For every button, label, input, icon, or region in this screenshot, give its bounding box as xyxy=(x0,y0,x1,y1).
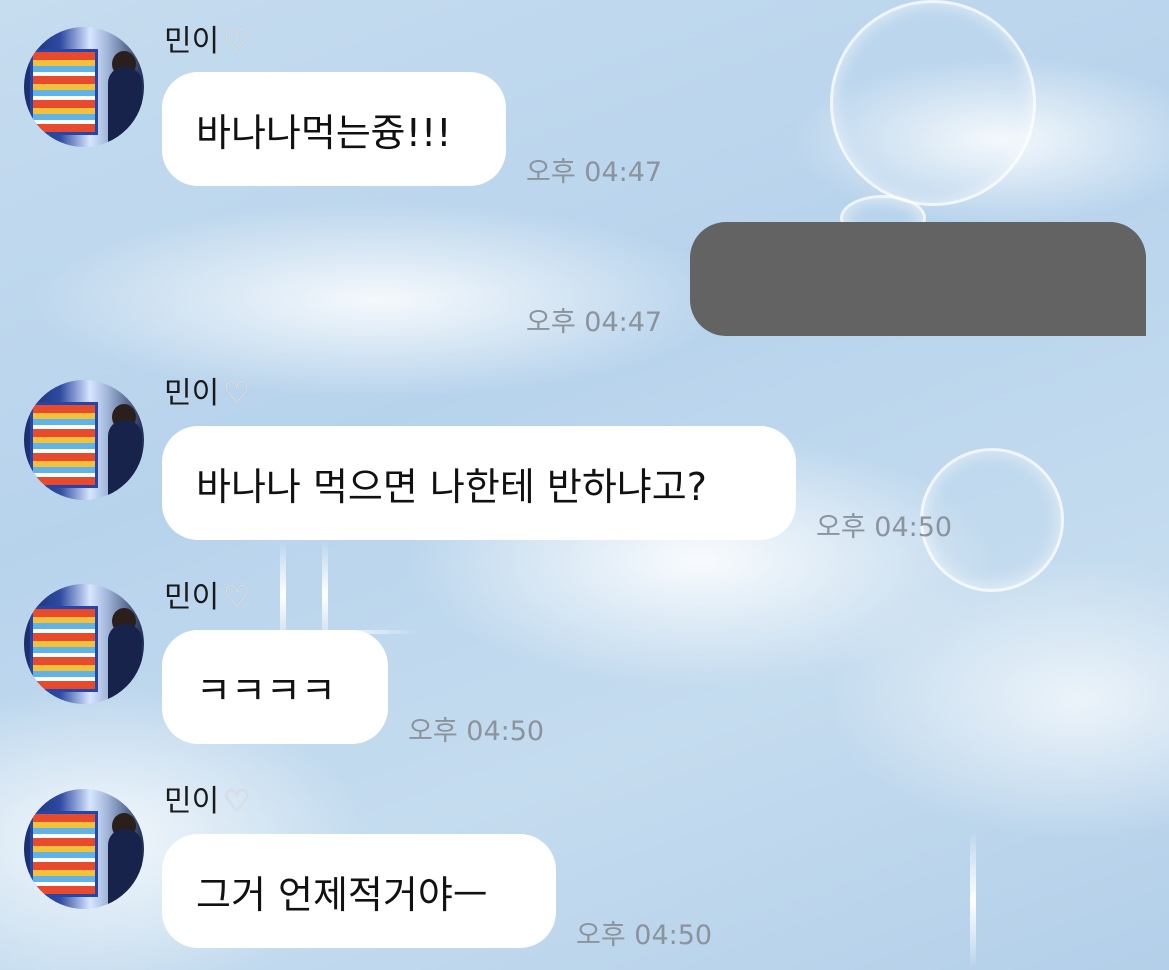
sender-name-text: 민이 xyxy=(164,580,220,615)
avatar-person xyxy=(108,420,142,500)
decor-bubble-large xyxy=(830,0,1036,206)
avatar-vending-machine xyxy=(30,811,98,897)
message-bubble[interactable]: 그거 언제적거야ㅡ xyxy=(162,834,556,948)
sender-name-text: 민이 xyxy=(164,24,220,59)
sender-name: 민이 ♡ xyxy=(164,16,250,60)
message-bubble[interactable]: 바나나먹는즁!!! xyxy=(162,72,506,186)
avatar-vending-machine xyxy=(30,49,98,135)
white-heart-icon: ♡ xyxy=(223,580,251,615)
message-text: ㅋㅋㅋㅋ xyxy=(196,668,336,713)
white-heart-icon: ♡ xyxy=(223,376,251,411)
sender-name-text: 민이 xyxy=(164,376,220,411)
avatar-person xyxy=(108,67,142,147)
message-text: 바나나 먹으면 나한테 반하냐고? xyxy=(196,464,707,509)
message-bubble[interactable]: ㅋㅋㅋㅋ xyxy=(162,630,388,744)
redacted-message-bubble[interactable] xyxy=(690,222,1146,336)
message-text: 바나나먹는즁!!! xyxy=(196,110,452,155)
sender-name: 민이 ♡ xyxy=(164,572,250,616)
message-time: 오후 04:47 xyxy=(526,307,663,338)
avatar-vending-machine xyxy=(30,606,98,692)
white-heart-icon: ♡ xyxy=(223,24,251,59)
message-time: 오후 04:50 xyxy=(576,920,713,951)
avatar[interactable] xyxy=(24,789,144,909)
message-time: 오후 04:50 xyxy=(816,512,953,543)
avatar[interactable] xyxy=(24,380,144,500)
sender-name-text: 민이 xyxy=(164,784,220,819)
message-bubble[interactable]: 바나나 먹으면 나한테 반하냐고? xyxy=(162,426,796,540)
message-time: 오후 04:50 xyxy=(408,716,545,747)
avatar[interactable] xyxy=(24,584,144,704)
white-heart-icon: ♡ xyxy=(223,784,251,819)
avatar-person xyxy=(108,624,142,704)
decor-sparkle xyxy=(970,830,976,970)
sender-name: 민이 ♡ xyxy=(164,368,250,412)
sender-name: 민이 ♡ xyxy=(164,776,250,820)
avatar[interactable] xyxy=(24,27,144,147)
message-time: 오후 04:47 xyxy=(526,157,663,188)
avatar-person xyxy=(108,829,142,909)
message-text: 그거 언제적거야ㅡ xyxy=(196,872,488,917)
avatar-vending-machine xyxy=(30,402,98,488)
